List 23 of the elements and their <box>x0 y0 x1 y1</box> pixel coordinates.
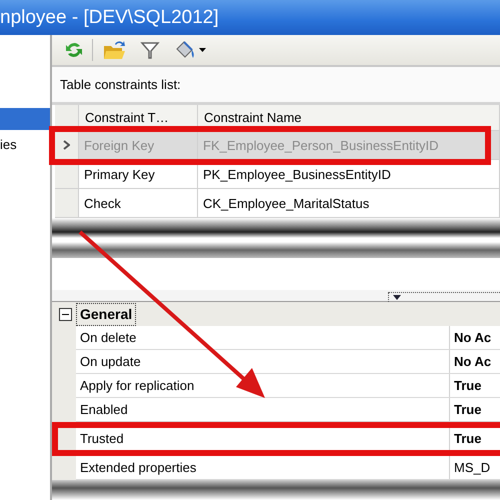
table-cell: CK_Employee_MaritalStatus <box>198 189 500 218</box>
property-name: On delete <box>76 326 450 349</box>
property-name: Extended properties <box>76 456 450 479</box>
row-header[interactable] <box>55 131 79 160</box>
property-value: True <box>453 377 482 395</box>
filter-icon <box>140 40 160 60</box>
table-cell: Foreign Key <box>79 131 198 160</box>
section-label: Table constraints list: <box>52 67 500 105</box>
window-title: nployee - [DEV\SQL2012] <box>0 0 500 35</box>
property-value: No Ac <box>453 329 492 347</box>
property-name: Enabled <box>76 398 450 421</box>
row-pointer-icon <box>63 140 70 150</box>
folder-icon <box>102 39 126 61</box>
collapse-toggle-icon[interactable] <box>59 308 72 320</box>
property-value: True <box>453 430 482 448</box>
property-value: No Ac <box>453 353 492 371</box>
table-cell: Check <box>79 189 198 218</box>
table-cell: FK_Employee_Person_BusinessEntityID <box>198 131 500 160</box>
caret-icon <box>393 295 401 300</box>
sidebar-item[interactable]: ies <box>0 134 50 156</box>
property-name: Trusted <box>76 427 450 450</box>
property-value: True <box>453 401 482 419</box>
property-value: MS_D <box>453 459 490 477</box>
